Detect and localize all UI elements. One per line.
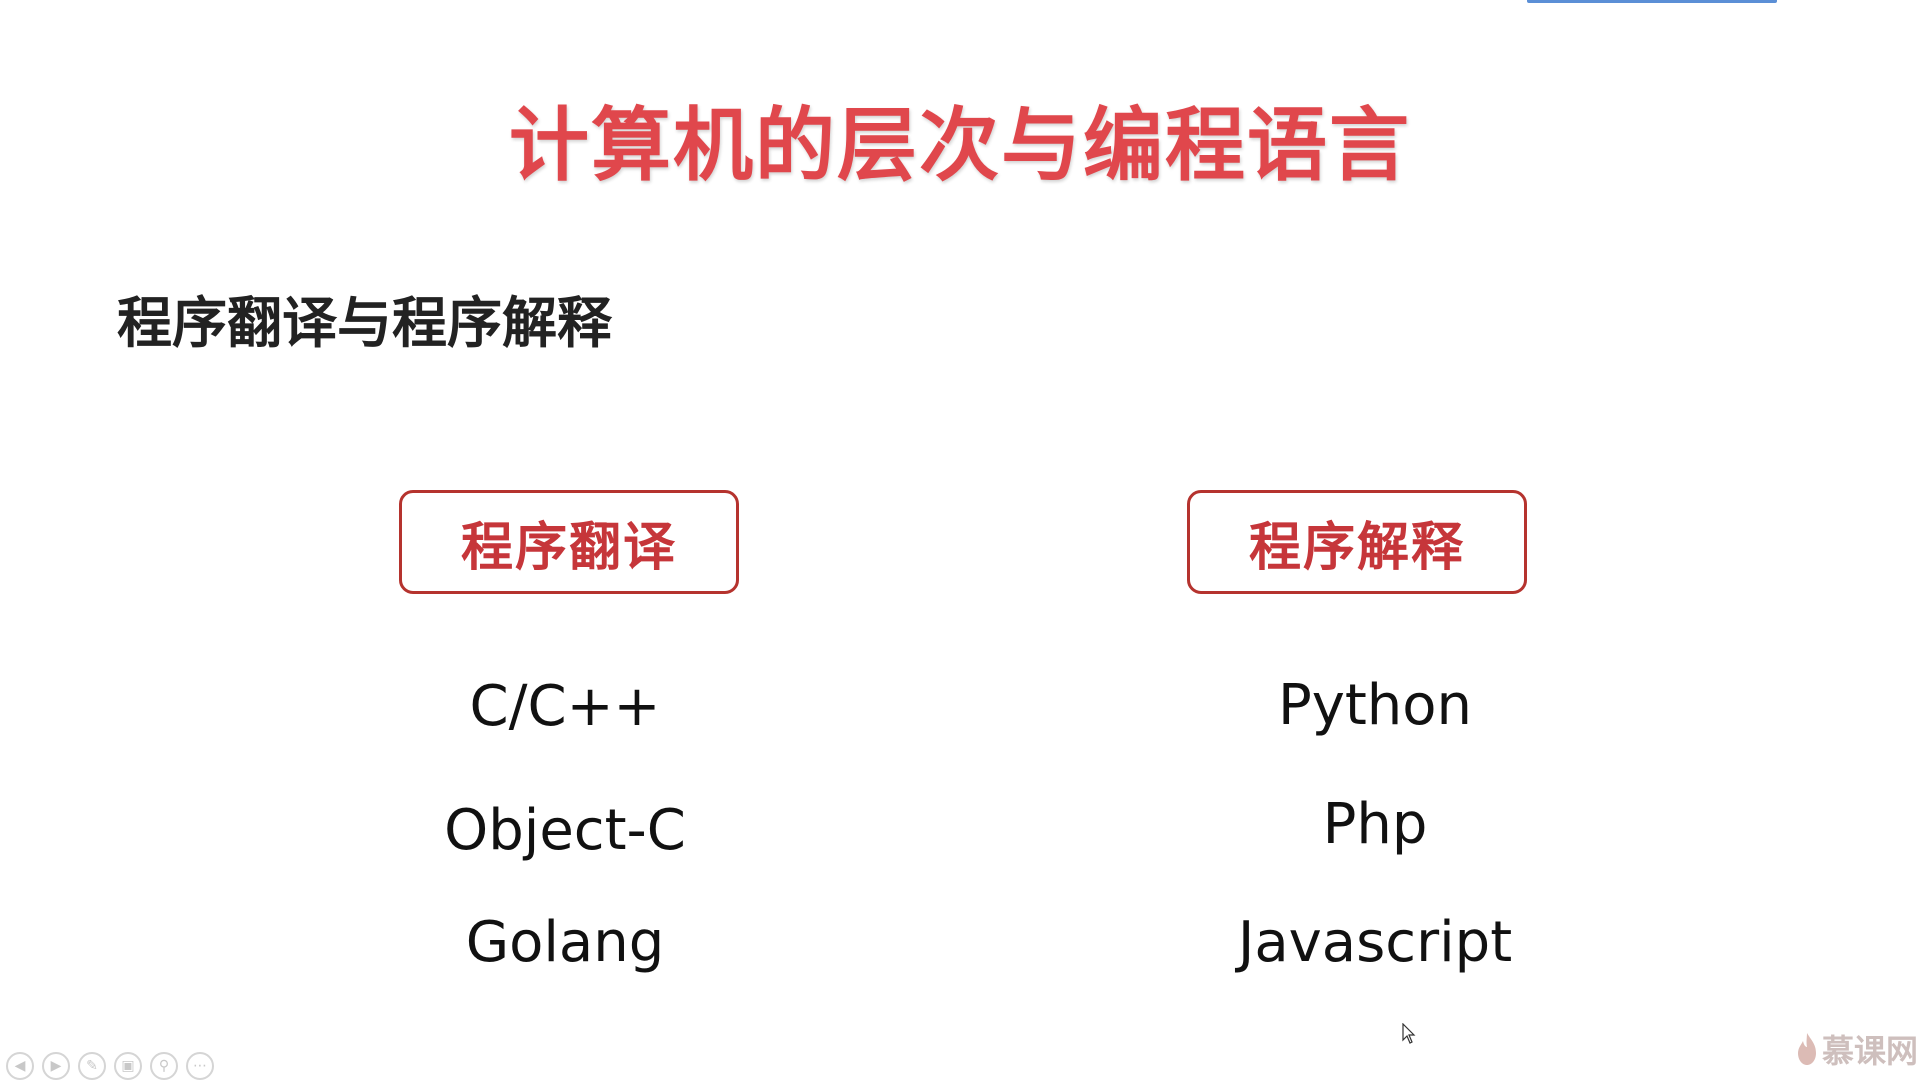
watermark-logo: 慕课网: [1796, 1026, 1918, 1072]
watermark-text: 慕课网: [1821, 1032, 1918, 1070]
next-icon[interactable]: ▶: [42, 1052, 70, 1080]
slide-title: 计算机的层次与编程语言: [509, 99, 1411, 192]
column-heading-translation: 程序翻译: [399, 490, 739, 594]
top-progress-bar: [1527, 0, 1777, 3]
mouse-cursor-icon: [1402, 1023, 1416, 1044]
more-icon[interactable]: ⋯: [186, 1052, 214, 1080]
slide: 计算机的层次与编程语言 程序翻译与程序解释 程序翻译 C/C++ Object-…: [0, 0, 1920, 1080]
presentation-controls: ◀ ▶ ✎ ▣ ⚲ ⋯: [6, 1052, 214, 1080]
language-item: Php: [1322, 792, 1428, 857]
zoom-icon[interactable]: ⚲: [150, 1052, 178, 1080]
language-item: Javascript: [1237, 910, 1513, 975]
pages-icon[interactable]: ▣: [114, 1052, 142, 1080]
language-item: Golang: [465, 910, 665, 975]
flame-icon: [1797, 1033, 1816, 1065]
language-item: Object-C: [444, 798, 686, 863]
language-item: C/C++: [469, 674, 661, 739]
prev-icon[interactable]: ◀: [6, 1052, 34, 1080]
pen-icon[interactable]: ✎: [78, 1052, 106, 1080]
language-item: Python: [1277, 673, 1473, 738]
slide-subtitle: 程序翻译与程序解释: [117, 291, 613, 355]
column-heading-interpretation: 程序解释: [1187, 490, 1527, 594]
